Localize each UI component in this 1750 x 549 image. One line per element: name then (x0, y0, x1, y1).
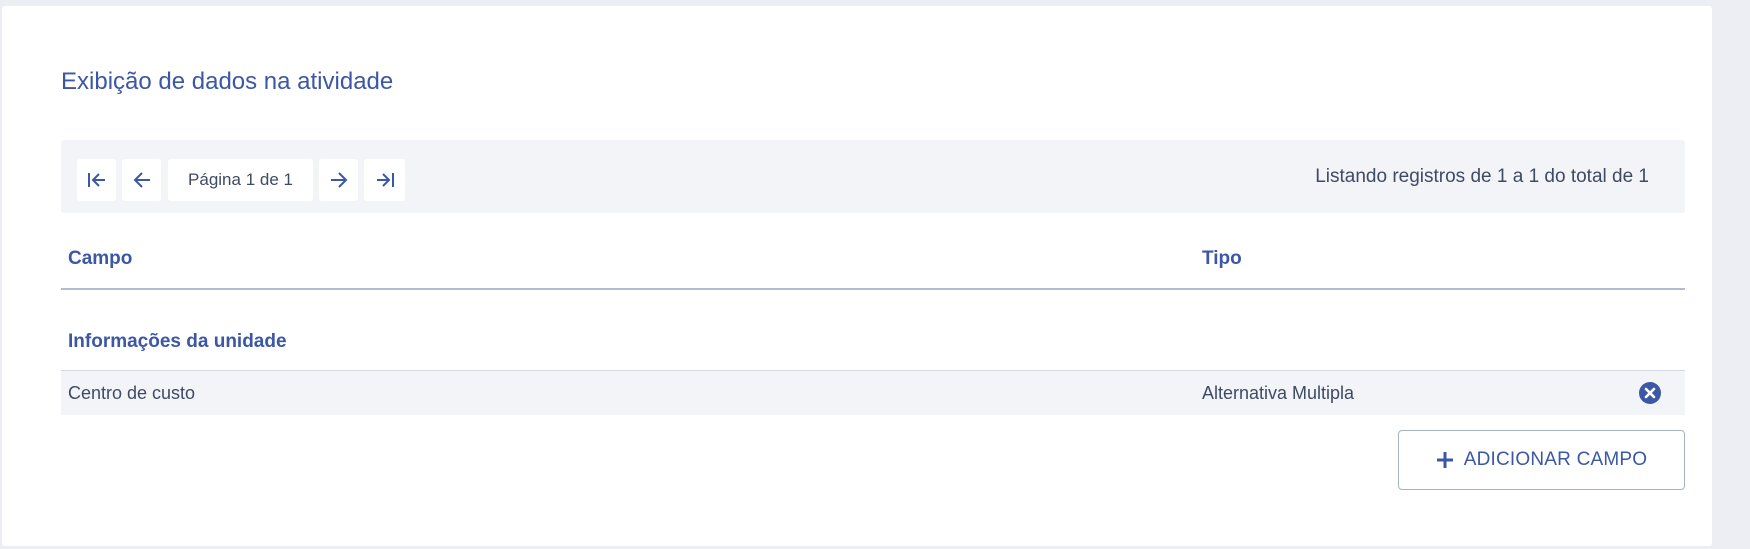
arrow-left-icon (133, 172, 150, 188)
cell-tipo: Alternativa Multipla (1202, 382, 1355, 403)
first-page-icon (87, 173, 105, 187)
remove-field-button[interactable] (1638, 381, 1662, 405)
last-page-icon (376, 173, 394, 187)
remove-circle-icon (1639, 382, 1661, 404)
plus-icon (1436, 452, 1453, 468)
column-header-tipo: Tipo (1202, 248, 1242, 269)
pagination-bar: Página 1 de 1 Listando registros de 1 a … (61, 140, 1685, 213)
column-header-campo: Campo (68, 248, 133, 269)
next-page-button[interactable] (319, 159, 358, 201)
page-indicator: Página 1 de 1 (168, 159, 313, 201)
cell-campo: Centro de custo (68, 382, 196, 403)
table-row: Centro de custo Alternativa Multipla (61, 370, 1685, 415)
section-title: Exibição de dados na atividade (61, 68, 394, 95)
last-page-button[interactable] (364, 159, 405, 201)
previous-page-button[interactable] (122, 159, 161, 201)
add-field-label: ADICIONAR CAMPO (1463, 449, 1648, 470)
group-title: Informações da unidade (68, 331, 287, 352)
first-page-button[interactable] (77, 159, 116, 201)
form-card: Exibição de dados na atividade Página 1 … (2, 6, 1712, 546)
records-summary: Listando registros de 1 a 1 do total de … (1315, 165, 1649, 187)
arrow-right-icon (330, 172, 347, 188)
header-divider (61, 288, 1685, 290)
add-field-button[interactable]: ADICIONAR CAMPO (1398, 430, 1685, 490)
